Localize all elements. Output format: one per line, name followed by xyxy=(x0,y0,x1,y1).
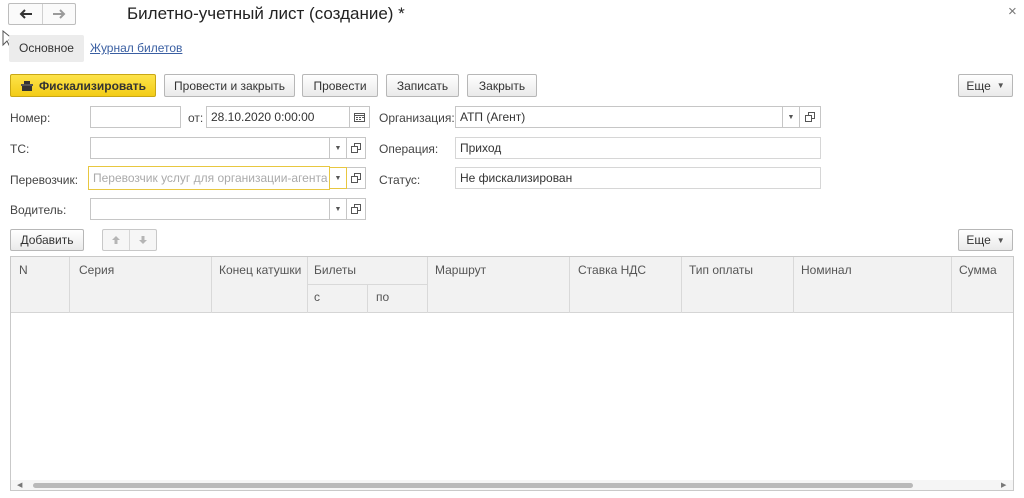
driver-field[interactable] xyxy=(90,198,330,220)
col-tickets-from[interactable]: с xyxy=(308,290,320,304)
move-up-icon xyxy=(112,236,120,244)
move-buttons xyxy=(102,229,157,251)
organization-dropdown-icon[interactable]: ▼ xyxy=(783,106,800,128)
cash-register-icon xyxy=(20,80,33,91)
carrier-dropdown-icon[interactable]: ▼ xyxy=(330,167,347,189)
number-field[interactable] xyxy=(90,106,181,128)
open-icon xyxy=(805,112,815,122)
move-up-button[interactable] xyxy=(103,230,129,250)
chevron-down-icon: ▼ xyxy=(996,81,1005,90)
carrier-field[interactable]: Перевозчик услуг для организации-агента xyxy=(88,166,330,190)
move-down-icon xyxy=(139,236,147,244)
write-button[interactable]: Записать xyxy=(386,74,459,97)
tab-main[interactable]: Основное xyxy=(9,35,84,62)
post-and-close-button[interactable]: Провести и закрыть xyxy=(164,74,295,97)
vehicle-dropdown-icon[interactable]: ▼ xyxy=(330,137,347,159)
back-arrow-icon xyxy=(19,9,32,19)
forward-button[interactable] xyxy=(42,4,75,24)
organization-open-button[interactable] xyxy=(800,106,821,128)
vehicle-open-button[interactable] xyxy=(347,137,366,159)
move-down-button[interactable] xyxy=(129,230,156,250)
carrier-placeholder: Перевозчик услуг для организации-агента xyxy=(93,171,328,185)
calendar-button[interactable] xyxy=(350,106,370,128)
driver-open-button[interactable] xyxy=(347,198,366,220)
open-icon xyxy=(351,173,361,183)
date-label: от: xyxy=(188,111,204,125)
status-label: Статус: xyxy=(379,173,421,187)
scrollbar-thumb[interactable] xyxy=(33,483,913,488)
vehicle-label: ТС: xyxy=(10,142,30,156)
carrier-open-button[interactable] xyxy=(347,167,366,189)
col-reel-end[interactable]: Конец катушки xyxy=(213,263,301,277)
col-n[interactable]: N xyxy=(13,263,28,277)
col-tickets[interactable]: Билеты xyxy=(308,263,356,277)
open-icon xyxy=(351,143,361,153)
fiscalize-label: Фискализировать xyxy=(38,78,147,93)
col-sum[interactable]: Сумма xyxy=(953,263,997,277)
operation-label: Операция: xyxy=(379,142,439,156)
horizontal-scrollbar[interactable]: ◀ ▶ xyxy=(11,480,1013,490)
forward-arrow-icon xyxy=(53,9,66,19)
close-button[interactable]: Закрыть xyxy=(467,74,537,97)
organization-field[interactable]: АТП (Агент) xyxy=(455,106,783,128)
calendar-icon xyxy=(354,113,365,122)
scroll-left-icon[interactable]: ◀ xyxy=(17,481,22,489)
operation-field: Приход xyxy=(455,137,821,159)
add-row-button[interactable]: Добавить xyxy=(10,229,84,251)
table-header: N Серия Конец катушки Билеты с по Маршру… xyxy=(11,257,1013,313)
col-tickets-to[interactable]: по xyxy=(370,290,389,304)
more-label: Еще xyxy=(966,78,991,93)
col-denomination[interactable]: Номинал xyxy=(795,263,852,277)
table-more-label: Еще xyxy=(966,233,991,247)
driver-dropdown-icon[interactable]: ▼ xyxy=(330,198,347,220)
fiscalize-button[interactable]: Фискализировать xyxy=(10,74,156,97)
date-field[interactable]: 28.10.2020 0:00:00 xyxy=(206,106,350,128)
col-payment-type[interactable]: Тип оплаты xyxy=(683,263,753,277)
col-series[interactable]: Серия xyxy=(73,263,114,277)
window-title: Билетно-учетный лист (создание) * xyxy=(127,4,405,23)
navigation-arrows xyxy=(8,3,76,25)
tab-tickets-journal[interactable]: Журнал билетов xyxy=(90,41,182,55)
back-button[interactable] xyxy=(9,4,42,24)
open-icon xyxy=(351,204,361,214)
post-button[interactable]: Провести xyxy=(302,74,378,97)
status-field: Не фискализирован xyxy=(455,167,821,189)
scroll-right-icon[interactable]: ▶ xyxy=(1001,481,1006,489)
driver-label: Водитель: xyxy=(10,203,67,217)
tickets-table[interactable]: N Серия Конец катушки Билеты с по Маршру… xyxy=(10,256,1014,491)
table-more-button[interactable]: Еще ▼ xyxy=(958,229,1013,251)
col-route[interactable]: Маршрут xyxy=(429,263,486,277)
carrier-label: Перевозчик: xyxy=(10,173,79,187)
close-icon[interactable]: × xyxy=(1008,3,1017,20)
more-button[interactable]: Еще ▼ xyxy=(958,74,1013,97)
chevron-down-icon: ▼ xyxy=(996,235,1005,245)
vehicle-field[interactable] xyxy=(90,137,330,159)
col-vat-rate[interactable]: Ставка НДС xyxy=(572,263,646,277)
organization-label: Организация: xyxy=(379,111,455,125)
number-label: Номер: xyxy=(10,111,51,125)
